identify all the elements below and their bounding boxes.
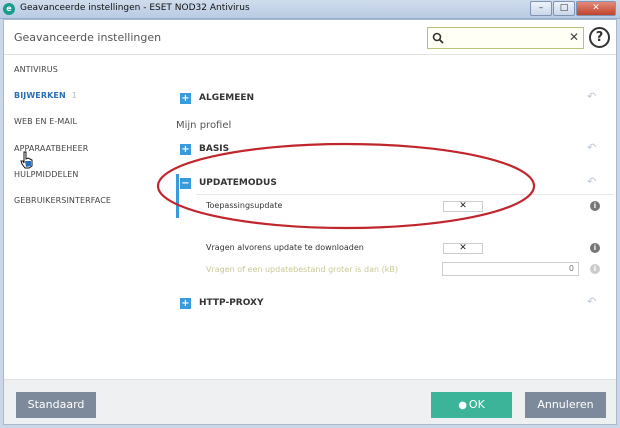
expand-plus-icon: + [180, 92, 191, 104]
info-icon[interactable]: i [590, 243, 600, 253]
main-panel: + ALGEMEEN ↶ Mijn profiel + BASIS ↶ − UP… [172, 56, 613, 376]
sidebar-item-bijwerken[interactable]: BIJWERKEN 1 [14, 91, 77, 100]
section-label: BASIS [199, 144, 230, 154]
sidebar-item-antivirus[interactable]: ANTIVIRUS [14, 65, 58, 74]
help-icon[interactable]: ? [589, 27, 610, 48]
ok-label: OK [468, 398, 485, 411]
window-title: Geavanceerde instellingen - ESET NOD32 A… [20, 3, 250, 13]
section-active-bar [176, 174, 179, 218]
window-controls: – □ ✕ [530, 1, 616, 16]
revert-icon[interactable]: ↶ [587, 141, 596, 154]
expand-plus-icon: + [180, 297, 191, 309]
sidebar-item-label: BIJWERKEN [14, 91, 66, 100]
revert-icon[interactable]: ↶ [587, 90, 596, 103]
search-box[interactable]: ✕ [427, 27, 584, 49]
section-http-proxy[interactable]: + HTTP-PROXY [180, 296, 264, 310]
profile-label: Mijn profiel [176, 120, 232, 131]
info-icon[interactable]: i [590, 264, 600, 274]
ok-button[interactable]: ● OK [431, 392, 512, 418]
sidebar-item-web-en-email[interactable]: WEB EN E-MAIL [14, 117, 77, 126]
section-updatemodus[interactable]: − UPDATEMODUS [180, 176, 277, 190]
sidebar: ANTIVIRUS BIJWERKEN 1 WEB EN E-MAIL APPAR… [4, 56, 164, 376]
section-algemeen[interactable]: + ALGEMEEN [180, 91, 254, 105]
updatebestand-size-input[interactable]: 0 [442, 262, 579, 276]
shield-check-icon: ● [458, 400, 467, 411]
search-icon [432, 32, 444, 44]
sidebar-item-count: 1 [71, 91, 77, 100]
hand-cursor-icon [20, 151, 33, 169]
eset-app-icon: e [3, 3, 15, 15]
section-basis[interactable]: + BASIS [180, 142, 229, 156]
sidebar-item-gebruikersinterface[interactable]: GEBRUIKERSINTERFACE [14, 196, 111, 205]
setting-vragen-download-label: Vragen alvorens update te downloaden [206, 243, 364, 252]
toepassingsupdate-toggle[interactable]: ✕ [443, 201, 483, 212]
settings-window: Geavanceerde instellingen ✕ ? ANTIVIRUS … [3, 19, 617, 425]
maximize-button[interactable]: □ [553, 1, 575, 16]
collapse-minus-icon: − [180, 177, 191, 189]
section-label: HTTP-PROXY [199, 298, 264, 308]
close-window-button[interactable]: ✕ [576, 1, 616, 16]
setting-updatebestand-groter-label: Vragen of een updatebestand groter is da… [206, 265, 398, 274]
sidebar-item-hulpmiddelen[interactable]: HULPMIDDELEN [14, 170, 79, 179]
footer: Standaard ● OK Annuleren [4, 379, 616, 424]
minimize-button[interactable]: – [530, 1, 552, 16]
info-icon[interactable]: i [590, 201, 600, 211]
search-input[interactable] [448, 31, 558, 45]
revert-icon[interactable]: ↶ [587, 175, 596, 188]
setting-toepassingsupdate-label: Toepassingsupdate [206, 201, 283, 210]
header: Geavanceerde instellingen ✕ ? [4, 20, 616, 55]
section-label: ALGEMEEN [199, 93, 255, 103]
standard-button[interactable]: Standaard [16, 392, 96, 418]
cancel-button[interactable]: Annuleren [525, 392, 606, 418]
clear-search-icon[interactable]: ✕ [569, 30, 579, 44]
vragen-download-toggle[interactable]: ✕ [443, 243, 483, 254]
title-bar: e Geavanceerde instellingen - ESET NOD32… [0, 0, 620, 19]
divider [196, 194, 613, 195]
revert-icon[interactable]: ↶ [587, 295, 596, 308]
expand-plus-icon: + [180, 143, 191, 155]
section-label: UPDATEMODUS [199, 178, 277, 188]
page-title: Geavanceerde instellingen [14, 31, 162, 44]
